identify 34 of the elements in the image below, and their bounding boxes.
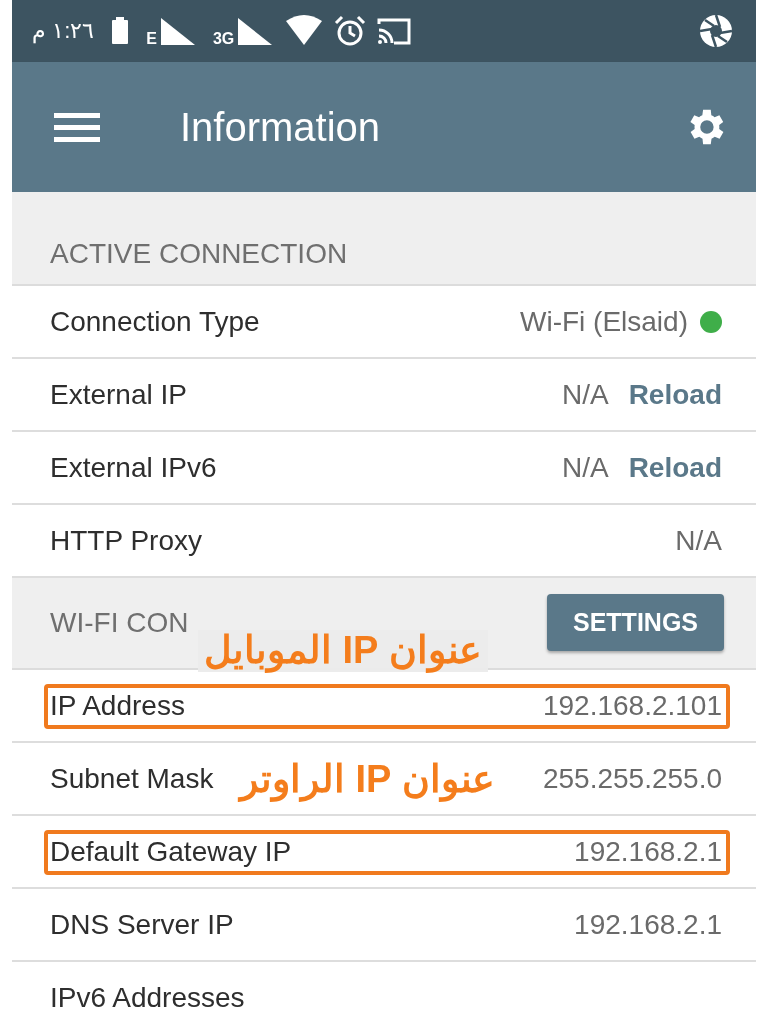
row-value: Wi-Fi (Elsaid) bbox=[520, 305, 688, 338]
row-label: External IPv6 bbox=[50, 451, 217, 484]
section-title: ACTIVE CONNECTION bbox=[50, 238, 348, 270]
section-title: WI-FI CON bbox=[50, 607, 189, 639]
row-label: IP Address bbox=[50, 689, 185, 722]
row-value: 255.255.255.0 bbox=[542, 762, 722, 795]
cast-icon bbox=[376, 16, 413, 46]
row-label: Default Gateway IP bbox=[50, 835, 292, 868]
reload-link[interactable]: Reload bbox=[628, 378, 722, 411]
menu-icon[interactable] bbox=[54, 111, 100, 143]
annotation-label: عنوان IP الموبايل bbox=[198, 630, 489, 672]
row-label: HTTP Proxy bbox=[50, 524, 202, 557]
wifi-icon bbox=[284, 15, 325, 47]
reload-link[interactable]: Reload bbox=[628, 451, 722, 484]
row-value: 192.168.2.1 bbox=[574, 835, 722, 868]
aperture-icon bbox=[698, 13, 734, 49]
signal-icon bbox=[158, 16, 197, 46]
row-value: 192.168.2.1 bbox=[574, 908, 722, 941]
row-label: IPv6 Addresses bbox=[50, 981, 245, 1009]
network-type-label: E bbox=[146, 30, 157, 48]
row-value: N/A bbox=[675, 524, 722, 557]
screen-title: Information bbox=[180, 104, 381, 150]
row-label: DNS Server IP bbox=[50, 908, 234, 941]
row-value: 192.168.2.101 bbox=[542, 689, 722, 722]
row-value: N/A bbox=[561, 378, 609, 411]
alarm-icon bbox=[334, 15, 367, 47]
clock-time: ١:٢٦ م bbox=[32, 18, 95, 44]
battery-icon bbox=[110, 17, 131, 45]
row-label: External IP bbox=[50, 378, 187, 411]
row-label: Connection Type bbox=[50, 305, 260, 338]
network-type-label: 3G bbox=[212, 30, 235, 48]
row-value: N/A bbox=[561, 451, 609, 484]
settings-button[interactable]: SETTINGS bbox=[547, 594, 724, 651]
row-label: Subnet Mask bbox=[50, 762, 214, 795]
